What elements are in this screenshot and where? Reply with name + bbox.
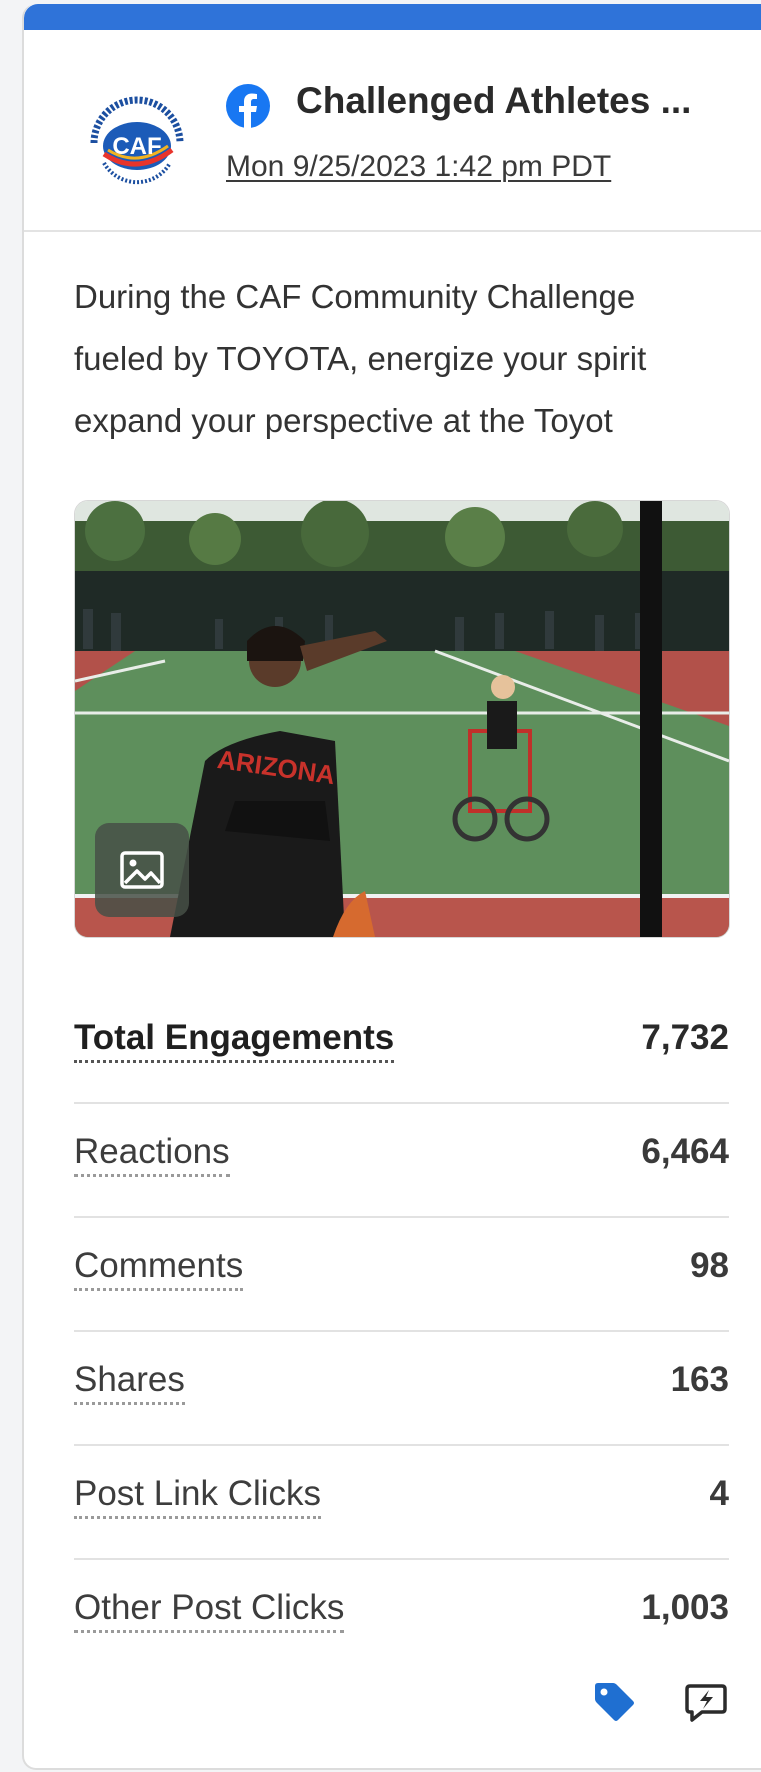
post-timestamp-link[interactable]: Mon 9/25/2023 1:42 pm PDT (226, 150, 611, 184)
quick-reply-icon[interactable] (682, 1678, 730, 1726)
page-name-link[interactable]: Challenged Athletes ... (296, 80, 691, 122)
metric-label[interactable]: Shares (74, 1360, 185, 1405)
post-text-line: fueled by TOYOTA, energize your spirit (74, 340, 647, 377)
metric-row-comments: Comments 98 (74, 1218, 729, 1332)
media-type-badge (95, 823, 189, 917)
post-text: During the CAF Community Challenge fuele… (74, 266, 754, 452)
metric-value: 1,003 (641, 1588, 729, 1627)
metric-value: 7,732 (641, 1018, 729, 1057)
metric-value: 163 (670, 1360, 729, 1399)
post-text-line: expand your perspective at the Toyot (74, 402, 613, 439)
caf-logo: CAF (85, 91, 189, 195)
image-icon (120, 851, 164, 889)
metric-row-reactions: Reactions 6,464 (74, 1104, 729, 1218)
facebook-icon (226, 84, 270, 128)
metric-row-post-link-clicks: Post Link Clicks 4 (74, 1446, 729, 1560)
metric-value: 98 (690, 1246, 729, 1285)
post-photo[interactable]: ARIZONA (74, 500, 730, 938)
metric-value: 6,464 (641, 1132, 729, 1171)
metric-row-other-post-clicks: Other Post Clicks 1,003 (74, 1560, 729, 1672)
metric-label[interactable]: Post Link Clicks (74, 1474, 322, 1519)
metric-label[interactable]: Reactions (74, 1132, 230, 1177)
metric-label[interactable]: Total Engagements (74, 1018, 395, 1063)
metric-label[interactable]: Comments (74, 1246, 244, 1291)
tag-icon[interactable] (589, 1678, 637, 1726)
metric-value: 4 (709, 1474, 729, 1513)
metric-row-shares: Shares 163 (74, 1332, 729, 1446)
metric-row-total-engagements: Total Engagements 7,732 (74, 990, 729, 1104)
metric-label[interactable]: Other Post Clicks (74, 1588, 345, 1633)
post-header: CAF Challenged Athletes ... Mon 9/25/202… (24, 30, 761, 232)
card-accent-bar (24, 4, 761, 30)
engagement-metrics: Total Engagements 7,732 Reactions 6,464 … (74, 990, 729, 1672)
post-card: CAF Challenged Athletes ... Mon 9/25/202… (22, 4, 761, 1770)
logo-text: CAF (112, 133, 161, 160)
post-text-line: During the CAF Community Challenge (74, 278, 636, 315)
